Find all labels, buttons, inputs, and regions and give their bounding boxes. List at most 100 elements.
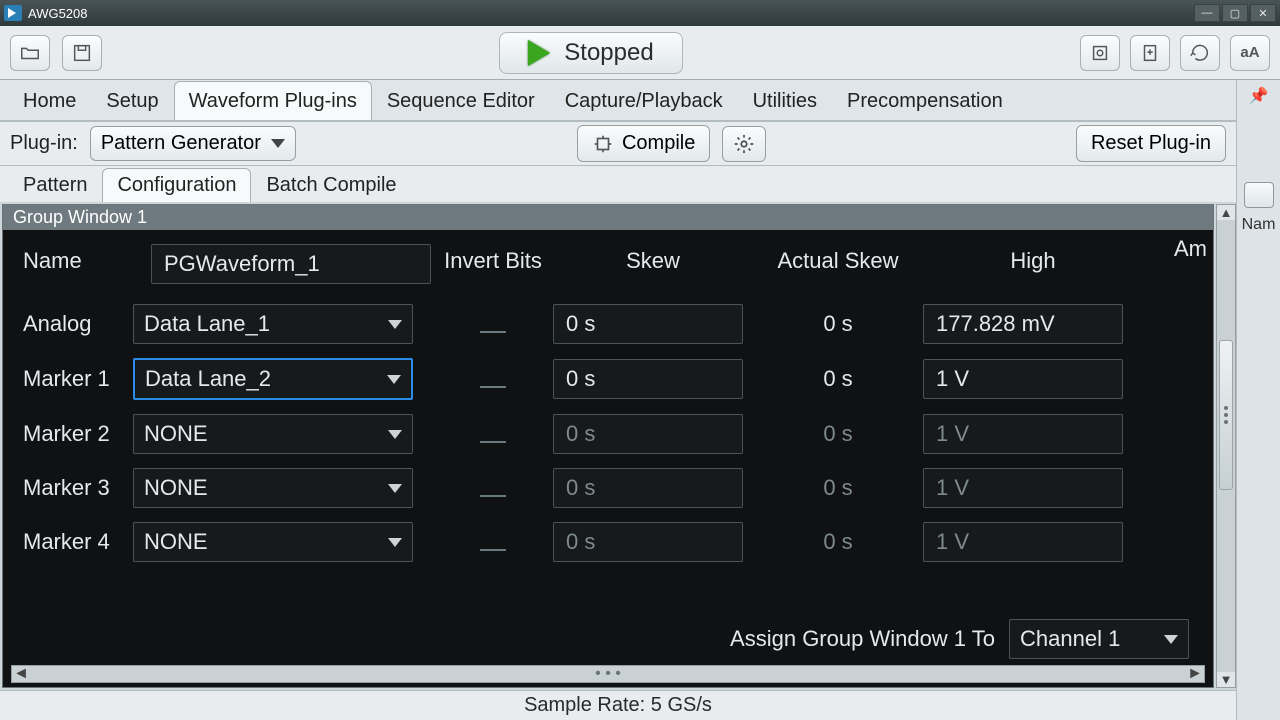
lane-select[interactable]: Data Lane_2 bbox=[133, 358, 413, 400]
plugin-bar: Plug-in: Pattern Generator Compile Reset… bbox=[0, 122, 1236, 166]
row-label: Marker 4 bbox=[23, 529, 133, 555]
high-input bbox=[923, 522, 1123, 562]
run-status-pill[interactable]: Stopped bbox=[499, 32, 682, 74]
group-window-panel: Group Window 1 Am Name Invert Bits Skew … bbox=[2, 204, 1214, 688]
assign-row: Assign Group Window 1 To Channel 1 bbox=[730, 619, 1189, 659]
compile-settings-button[interactable] bbox=[722, 126, 766, 162]
close-button[interactable]: ✕ bbox=[1250, 4, 1276, 22]
scroll-left-icon[interactable]: ◄ bbox=[12, 665, 30, 683]
waveform-name-input[interactable] bbox=[151, 244, 431, 284]
pin-icon[interactable]: 📌 bbox=[1249, 86, 1269, 106]
right-dock-rail: 📌 Nam bbox=[1236, 80, 1280, 720]
config-row: Marker 2 NONE 0 s bbox=[23, 414, 1213, 454]
play-icon bbox=[528, 40, 550, 66]
arrow-doc-icon bbox=[1139, 42, 1161, 64]
tab-setup[interactable]: Setup bbox=[91, 81, 173, 120]
invert-bits-checkbox[interactable] bbox=[433, 370, 553, 388]
workspace: Group Window 1 Am Name Invert Bits Skew … bbox=[0, 202, 1236, 690]
lane-select[interactable]: NONE bbox=[133, 522, 413, 562]
save-button[interactable] bbox=[62, 35, 102, 71]
subtab-batch-compile[interactable]: Batch Compile bbox=[251, 168, 411, 202]
compile-button[interactable]: Compile bbox=[577, 125, 710, 162]
col-skew: Skew bbox=[553, 248, 753, 274]
row-label: Marker 1 bbox=[23, 366, 133, 392]
export-button[interactable] bbox=[1130, 35, 1170, 71]
top-toolbar: Stopped aA bbox=[0, 26, 1280, 80]
invert-bits-checkbox[interactable] bbox=[433, 425, 553, 443]
chevron-down-icon bbox=[388, 484, 402, 493]
lane-select-value: NONE bbox=[144, 475, 208, 501]
subtab-pattern[interactable]: Pattern bbox=[8, 168, 102, 202]
config-row: Marker 4NONE0 s bbox=[23, 522, 1213, 562]
invert-bits-checkbox[interactable] bbox=[433, 479, 553, 497]
high-input bbox=[923, 468, 1123, 508]
scroll-up-icon[interactable]: ▲ bbox=[1220, 205, 1233, 220]
sample-rate-label: Sample Rate: 5 GS/s bbox=[524, 694, 712, 717]
run-status-label: Stopped bbox=[564, 39, 653, 67]
skew-input[interactable] bbox=[553, 359, 743, 399]
horizontal-scrollbar[interactable]: ◄ • • • ► bbox=[11, 665, 1205, 683]
high-input[interactable] bbox=[923, 359, 1123, 399]
tab-sequence-editor[interactable]: Sequence Editor bbox=[372, 81, 550, 120]
assign-label: Assign Group Window 1 To bbox=[730, 626, 995, 652]
tab-utilities[interactable]: Utilities bbox=[738, 81, 832, 120]
titlebar: AWG5208 — ▢ ✕ bbox=[0, 0, 1280, 26]
compile-icon bbox=[592, 133, 614, 155]
plugin-sub-tabs: PatternConfigurationBatch Compile bbox=[0, 166, 1236, 202]
app-window: AWG5208 — ▢ ✕ Stopped aA HomeSetupWavefo… bbox=[0, 0, 1280, 720]
config-row: AnalogData Lane_10 s bbox=[23, 304, 1213, 344]
plugin-select[interactable]: Pattern Generator bbox=[90, 126, 296, 161]
invert-bits-checkbox[interactable] bbox=[433, 315, 553, 333]
chevron-down-icon bbox=[271, 139, 285, 148]
app-logo-icon bbox=[4, 5, 22, 21]
vertical-scrollbar[interactable]: ▲ ▼ bbox=[1216, 204, 1236, 688]
chevron-down-icon bbox=[1164, 635, 1178, 644]
skew-input bbox=[553, 414, 743, 454]
col-invert: Invert Bits bbox=[433, 248, 553, 274]
subtab-configuration[interactable]: Configuration bbox=[102, 168, 251, 202]
reset-plugin-button[interactable]: Reset Plug-in bbox=[1076, 125, 1226, 162]
scroll-down-icon[interactable]: ▼ bbox=[1220, 672, 1233, 687]
actual-skew-value: 0 s bbox=[753, 475, 923, 501]
skew-input[interactable] bbox=[553, 304, 743, 344]
chevron-down-icon bbox=[387, 375, 401, 384]
lane-select[interactable]: NONE bbox=[133, 414, 413, 454]
invert-bits-checkbox[interactable] bbox=[433, 533, 553, 551]
refresh-button[interactable] bbox=[1180, 35, 1220, 71]
lane-select[interactable]: Data Lane_1 bbox=[133, 304, 413, 344]
status-bar: Sample Rate: 5 GS/s bbox=[0, 690, 1236, 720]
row-label: Marker 2 bbox=[23, 421, 133, 447]
row-label: Analog bbox=[23, 311, 133, 337]
scroll-right-icon[interactable]: ► bbox=[1186, 665, 1204, 683]
scrollbar-thumb[interactable] bbox=[1219, 340, 1233, 490]
screenshot-button[interactable] bbox=[1080, 35, 1120, 71]
skew-input bbox=[553, 522, 743, 562]
compile-label: Compile bbox=[622, 132, 695, 155]
chevron-down-icon bbox=[388, 430, 402, 439]
lane-select[interactable]: NONE bbox=[133, 468, 413, 508]
minimize-button[interactable]: — bbox=[1194, 4, 1220, 22]
tab-home[interactable]: Home bbox=[8, 81, 91, 120]
scrollbar-track[interactable] bbox=[1217, 220, 1235, 672]
config-row: Marker 3NONE0 s bbox=[23, 468, 1213, 508]
tab-precompensation[interactable]: Precompensation bbox=[832, 81, 1018, 120]
main-tabs: HomeSetupWaveform Plug-insSequence Edito… bbox=[0, 80, 1236, 122]
window-title: AWG5208 bbox=[28, 6, 88, 21]
waveform-list-button[interactable] bbox=[1244, 182, 1274, 208]
col-name: Name bbox=[3, 248, 133, 274]
group-window-title: Group Window 1 bbox=[3, 205, 1213, 230]
lane-select-value: NONE bbox=[144, 421, 208, 447]
assign-channel-select[interactable]: Channel 1 bbox=[1009, 619, 1189, 659]
high-input[interactable] bbox=[923, 304, 1123, 344]
font-size-button[interactable]: aA bbox=[1230, 35, 1270, 71]
font-aa-icon: aA bbox=[1240, 44, 1259, 61]
tab-waveform-plug-ins[interactable]: Waveform Plug-ins bbox=[174, 81, 372, 120]
maximize-button[interactable]: ▢ bbox=[1222, 4, 1248, 22]
group-window-body: Am Name Invert Bits Skew Actual Skew Hig… bbox=[3, 230, 1213, 665]
actual-skew-value: 0 s bbox=[753, 421, 923, 447]
col-actual-skew: Actual Skew bbox=[753, 248, 923, 274]
config-row: Marker 1Data Lane_20 s bbox=[23, 358, 1213, 400]
open-file-button[interactable] bbox=[10, 35, 50, 71]
tab-capture-playback[interactable]: Capture/Playback bbox=[550, 81, 738, 120]
refresh-icon bbox=[1189, 42, 1211, 64]
